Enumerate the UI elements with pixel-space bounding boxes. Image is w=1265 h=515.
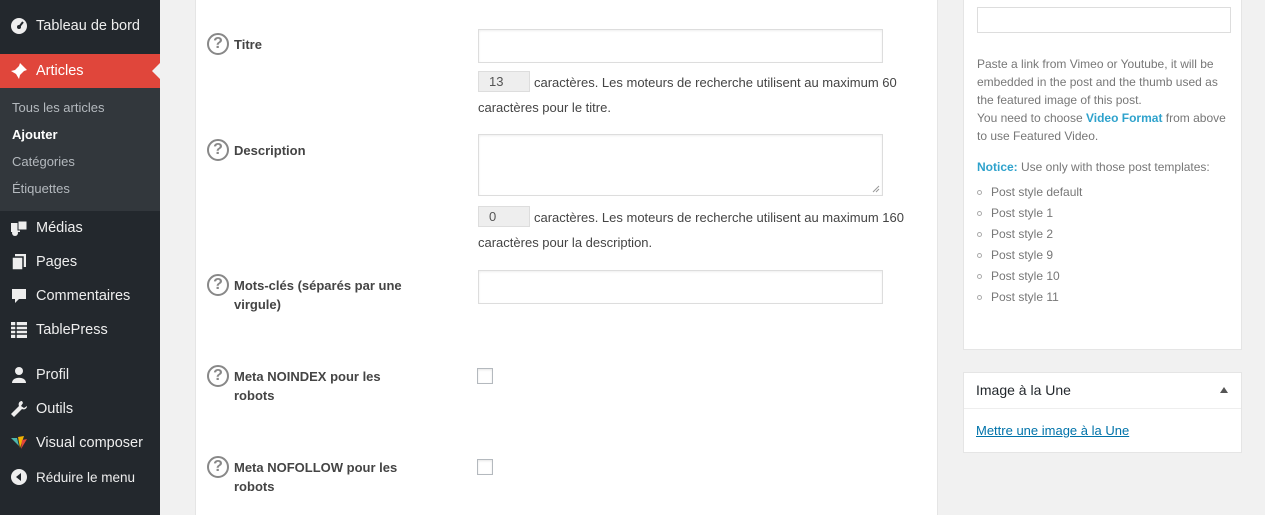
- pages-icon: [9, 252, 29, 272]
- menu-label: TablePress: [36, 322, 108, 338]
- help-icon[interactable]: ?: [207, 456, 229, 478]
- wrench-icon: [9, 399, 29, 419]
- bullet-icon: [977, 210, 982, 216]
- menu-item-pages[interactable]: Pages: [0, 245, 160, 279]
- notice-text: Use only with those post templates:: [1017, 160, 1210, 174]
- menu-item-articles[interactable]: Articles: [0, 54, 160, 88]
- admin-sidebar: Tableau de bord Articles Tous les articl…: [0, 0, 160, 515]
- style-label: Post style 2: [991, 227, 1054, 241]
- menu-label: Médias: [36, 220, 83, 236]
- video-format-notice: You need to choose Video Format from abo…: [977, 109, 1237, 145]
- title-label: Titre: [234, 37, 262, 52]
- list-item: Post style 11: [977, 290, 1059, 304]
- media-icon: [9, 218, 29, 238]
- bullet-icon: [977, 252, 982, 258]
- style-label: Post style default: [991, 185, 1083, 199]
- notice-label: Notice:: [977, 160, 1018, 174]
- bullet-icon: [977, 273, 982, 279]
- menu-item-dashboard[interactable]: Tableau de bord: [0, 9, 160, 43]
- nofollow-label: Meta NOFOLLOW pour les robots: [234, 460, 398, 494]
- featured-image-title: Image à la Une: [976, 382, 1071, 398]
- collapse-arrow-icon[interactable]: [1220, 387, 1228, 393]
- menu-label: Commentaires: [36, 288, 131, 304]
- title-help-text: caractères. Les moteurs de recherche uti…: [478, 75, 897, 115]
- metabox-header[interactable]: Image à la Une: [964, 373, 1241, 409]
- list-item: Post style 9: [977, 248, 1053, 262]
- collapse-arrow-icon: [9, 467, 29, 487]
- visual-composer-icon: [9, 433, 29, 453]
- user-icon: [9, 365, 29, 385]
- menu-item-comments[interactable]: Commentaires: [0, 279, 160, 313]
- menu-label: Visual composer: [36, 435, 143, 451]
- bullet-icon: [977, 189, 982, 195]
- menu-label: Tableau de bord: [36, 18, 140, 34]
- dashboard-icon: [9, 16, 29, 36]
- seo-metabox: ? Titre 13 caractères. Les moteurs de re…: [195, 0, 938, 515]
- description-label: Description: [234, 143, 306, 158]
- articles-submenu: Tous les articles Ajouter Catégories Éti…: [0, 88, 160, 211]
- featured-image-metabox: Image à la Une Mettre une image à la Une: [963, 372, 1242, 453]
- menu-item-media[interactable]: Médias: [0, 211, 160, 245]
- submenu-all-articles[interactable]: Tous les articles: [12, 100, 104, 115]
- menu-item-tablepress[interactable]: TablePress: [0, 313, 160, 347]
- style-label: Post style 11: [991, 290, 1059, 304]
- noindex-label: Meta NOINDEX pour les robots: [234, 369, 381, 403]
- table-icon: [9, 320, 29, 340]
- set-featured-image-link[interactable]: Mettre une image à la Une: [976, 423, 1129, 438]
- submenu-add[interactable]: Ajouter: [12, 127, 58, 142]
- list-item: Post style 2: [977, 227, 1053, 241]
- help-icon[interactable]: ?: [207, 365, 229, 387]
- comment-icon: [9, 286, 29, 306]
- video-format-highlight: Video Format: [1085, 111, 1163, 125]
- bullet-icon: [977, 231, 982, 237]
- nofollow-checkbox[interactable]: [477, 459, 493, 475]
- menu-label: Outils: [36, 401, 74, 417]
- bullet-icon: [977, 294, 982, 300]
- menu-label: Profil: [36, 367, 70, 383]
- pushpin-icon: [9, 61, 29, 81]
- help-icon[interactable]: ?: [207, 33, 229, 55]
- style-label: Post style 9: [991, 248, 1054, 262]
- resize-grip-icon[interactable]: [872, 185, 880, 193]
- submenu-tags[interactable]: Étiquettes: [12, 181, 70, 196]
- help-icon[interactable]: ?: [207, 274, 229, 296]
- seo-title-input[interactable]: [478, 29, 883, 63]
- templates-notice: Notice: Use only with those post templat…: [977, 158, 1237, 176]
- seo-description-textarea[interactable]: [478, 134, 883, 196]
- list-item: Post style 10: [977, 269, 1060, 283]
- description-help-text: caractères. Les moteurs de recherche uti…: [478, 210, 904, 250]
- menu-item-profile[interactable]: Profil: [0, 358, 160, 392]
- need-prefix: You need to choose: [977, 111, 1086, 125]
- menu-label: Pages: [36, 254, 78, 270]
- video-url-input[interactable]: [977, 7, 1231, 33]
- submenu-categories[interactable]: Catégories: [12, 154, 75, 169]
- noindex-checkbox[interactable]: [477, 368, 493, 384]
- video-paste-text: Paste a link from Vimeo or Youtube, it w…: [977, 57, 1218, 107]
- collapse-menu-button[interactable]: Réduire le menu: [0, 460, 160, 494]
- list-item: Post style 1: [977, 206, 1053, 220]
- featured-video-metabox: Paste a link from Vimeo or Youtube, it w…: [963, 0, 1242, 350]
- list-item: Post style default: [977, 185, 1082, 199]
- menu-label: Articles: [36, 63, 84, 79]
- help-icon[interactable]: ?: [207, 139, 229, 161]
- style-label: Post style 10: [991, 269, 1060, 283]
- menu-item-tools[interactable]: Outils: [0, 392, 160, 426]
- style-label: Post style 1: [991, 206, 1054, 220]
- menu-item-visual-composer[interactable]: Visual composer: [0, 426, 160, 460]
- collapse-menu-label: Réduire le menu: [36, 469, 136, 485]
- keywords-label: Mots-clés (séparés par une virgule): [234, 278, 402, 312]
- seo-keywords-input[interactable]: [478, 270, 883, 304]
